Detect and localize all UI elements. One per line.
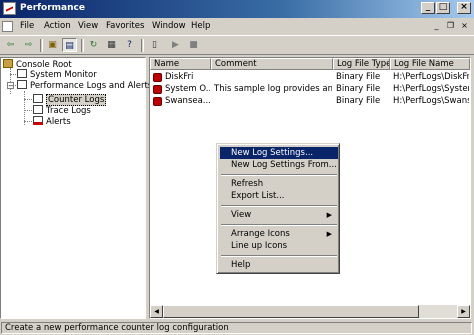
trace-logs-icon bbox=[33, 105, 43, 114]
menu-item-new-log-settings-from[interactable]: New Log Settings From... bbox=[220, 159, 338, 171]
counter-log-icon bbox=[153, 85, 162, 94]
menu-favorites[interactable]: Favorites bbox=[106, 21, 144, 31]
tree-label: Alerts bbox=[46, 117, 71, 127]
row-name: DiskFri bbox=[165, 72, 194, 82]
counter-log-icon bbox=[153, 97, 162, 106]
perf-logs-icon bbox=[17, 80, 27, 89]
row-file: H:\PerfLogs\System... bbox=[393, 84, 469, 94]
submenu-arrow-icon: ▶ bbox=[326, 230, 332, 238]
row-name: System O... bbox=[165, 84, 210, 94]
performance-app-icon bbox=[3, 2, 16, 15]
menu-item-refresh[interactable]: Refresh bbox=[220, 178, 338, 190]
properties-icon[interactable]: ▦ bbox=[104, 38, 119, 52]
performance-window: Performance _ □ × File Action View Favor… bbox=[0, 0, 474, 335]
toolbar: ⇦ ⇨ ▣ ▤ ↻ ▦ ? ▯ ▶ ■ bbox=[0, 35, 474, 55]
menu-help[interactable]: Help bbox=[191, 21, 210, 31]
close-button[interactable]: × bbox=[457, 2, 471, 14]
back-icon[interactable]: ⇦ bbox=[3, 38, 18, 52]
menu-separator bbox=[221, 174, 337, 176]
collapse-expander[interactable]: − bbox=[7, 82, 14, 90]
tree-label: System Monitor bbox=[30, 70, 97, 80]
system-monitor-icon bbox=[17, 69, 27, 78]
status-text: Create a new performance counter log con… bbox=[1, 322, 472, 334]
maximize-button[interactable]: □ bbox=[436, 2, 450, 14]
menu-item-arrange-icons[interactable]: Arrange Icons ▶ bbox=[220, 228, 338, 240]
toolbar-separator bbox=[141, 39, 144, 52]
console-tree: Console Root System Monitor − Performanc… bbox=[0, 57, 152, 319]
menu-separator bbox=[221, 224, 337, 226]
window-title: Performance bbox=[20, 3, 85, 13]
up-folder-icon[interactable]: ▣ bbox=[45, 38, 60, 52]
minimize-button[interactable]: _ bbox=[421, 2, 435, 14]
mdi-restore-icon[interactable]: ❐ bbox=[445, 21, 456, 32]
column-header-comment[interactable]: Comment bbox=[211, 58, 333, 70]
row-name: Swansea... bbox=[165, 96, 210, 106]
toolbar-separator bbox=[40, 39, 43, 52]
folder-icon bbox=[3, 59, 13, 68]
row-comment bbox=[214, 72, 332, 83]
counter-log-icon bbox=[153, 73, 162, 82]
row-type: Binary File bbox=[336, 84, 381, 94]
row-comment bbox=[214, 96, 332, 107]
help-icon[interactable]: ? bbox=[122, 38, 137, 52]
tree-item-alerts[interactable]: Alerts bbox=[33, 116, 71, 128]
column-header-log-file-type[interactable]: Log File Type bbox=[333, 58, 390, 70]
menu-view[interactable]: View bbox=[78, 21, 98, 31]
row-comment: This sample log provides an o... bbox=[214, 84, 332, 94]
menu-item-export-list[interactable]: Export List... bbox=[220, 190, 338, 202]
menu-item-new-log-settings[interactable]: New Log Settings... bbox=[220, 147, 338, 159]
mdi-close-icon[interactable]: × bbox=[459, 21, 470, 32]
show-tree-icon[interactable]: ▤ bbox=[62, 38, 77, 52]
tree-label: Trace Logs bbox=[46, 106, 91, 116]
column-header-log-file-name[interactable]: Log File Name bbox=[390, 58, 470, 70]
menu-separator bbox=[221, 205, 337, 207]
menu-file[interactable]: File bbox=[20, 21, 34, 31]
tree-connector bbox=[24, 91, 25, 125]
toolbar-separator bbox=[81, 39, 84, 52]
scroll-thumb[interactable] bbox=[163, 305, 419, 318]
tree-item-performance-logs-alerts[interactable]: Performance Logs and Alerts bbox=[17, 80, 152, 92]
status-bar: Create a new performance counter log con… bbox=[0, 321, 474, 335]
menu-item-line-up-icons[interactable]: Line up Icons bbox=[220, 240, 338, 252]
title-bar[interactable]: Performance _ □ × bbox=[0, 0, 474, 18]
menu-item-label: Arrange Icons bbox=[231, 229, 290, 239]
counter-logs-icon bbox=[33, 94, 43, 103]
scroll-right-icon[interactable]: ▶ bbox=[457, 305, 470, 318]
menu-item-view[interactable]: View ▶ bbox=[220, 209, 338, 221]
submenu-arrow-icon: ▶ bbox=[326, 211, 332, 219]
mdi-minimize-icon[interactable]: _ bbox=[431, 21, 442, 32]
menu-item-label: View bbox=[231, 210, 252, 220]
horizontal-scrollbar[interactable]: ◀ ▶ bbox=[150, 305, 470, 318]
menu-window[interactable]: Window bbox=[152, 21, 186, 31]
tree-connector bbox=[10, 68, 11, 94]
context-menu: New Log Settings... New Log Settings Fro… bbox=[216, 143, 340, 274]
menu-separator bbox=[221, 255, 337, 257]
menu-bar: File Action View Favorites Window Help _… bbox=[0, 19, 474, 34]
start-icon[interactable]: ▶ bbox=[168, 38, 183, 52]
refresh-icon[interactable]: ↻ bbox=[86, 38, 101, 52]
forward-icon[interactable]: ⇨ bbox=[21, 38, 36, 52]
stop-icon[interactable]: ■ bbox=[186, 38, 201, 52]
menu-action[interactable]: Action bbox=[44, 21, 71, 31]
scroll-left-icon[interactable]: ◀ bbox=[150, 305, 163, 318]
mdi-system-menu-icon[interactable] bbox=[2, 21, 13, 32]
row-type: Binary File bbox=[336, 72, 381, 82]
tree-label: Performance Logs and Alerts bbox=[30, 81, 153, 91]
column-header-name[interactable]: Name bbox=[150, 58, 211, 70]
row-file: H:\PerfLogs\Swanse... bbox=[393, 96, 469, 106]
row-type: Binary File bbox=[336, 96, 381, 106]
row-file: H:\PerfLogs\DiskFri... bbox=[393, 72, 469, 82]
new-icon[interactable]: ▯ bbox=[147, 38, 162, 52]
alerts-icon bbox=[33, 116, 43, 125]
menu-item-help[interactable]: Help bbox=[220, 259, 338, 271]
